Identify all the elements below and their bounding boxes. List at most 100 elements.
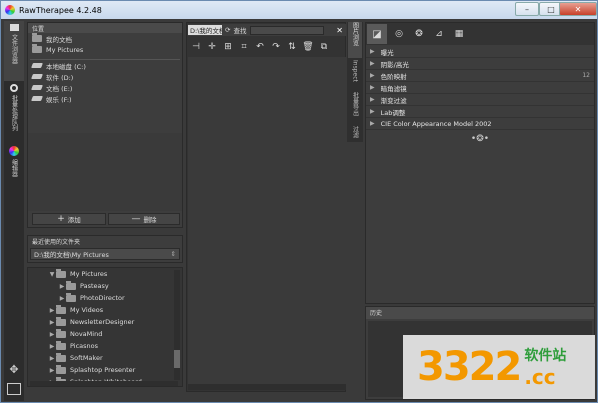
folder-icon [9,24,19,31]
tree-item[interactable]: ▼ My Pictures [28,268,182,280]
flip-icon[interactable]: ⇅ [284,39,300,55]
tool-label: 渐变过滤 [380,96,407,105]
place-item[interactable]: 软件 (D:) [28,71,182,82]
place-item[interactable]: 娱乐 (F:) [28,93,182,104]
copy-icon[interactable]: ⧉ [316,39,332,55]
place-item[interactable]: 我的文档 [28,33,182,44]
folder-icon [56,340,66,350]
rotate-left-icon[interactable]: ↶ [252,39,268,55]
tree-item-label: NovaMind [70,330,103,338]
tab-inspect[interactable]: Inspect [348,60,362,90]
exposure-tab-icon[interactable]: ◪ [367,24,387,44]
tree-hscrollbar[interactable] [30,381,178,386]
tree-item[interactable]: ▶ NewsletterDesigner [28,316,182,328]
tool-label: 色阶映射 [380,72,407,81]
minimize-button[interactable]: – [515,2,539,16]
tab-batch-queue-label: 批量处理队列 [10,95,18,131]
tree-item[interactable]: ▶ Splashtop Presenter [28,364,182,376]
layout-icon[interactable] [7,383,21,395]
transform-icon[interactable]: ⌗ [236,39,252,55]
tab-filter[interactable]: 过滤 [348,126,362,142]
tab-editor[interactable]: 编辑器 [4,143,24,199]
recent-header: 最近使用的文件夹 [32,239,81,246]
folder-icon [32,44,42,53]
place-label: 文档 (E:) [46,84,73,93]
tool-exposure[interactable]: ▶ 曝光 [366,46,594,58]
expand-arrow-icon: ▶ [370,96,375,103]
tab-editor-label: 编辑器 [10,159,18,177]
dropdown-icon: ⇕ [170,250,176,258]
clear-find-icon[interactable]: ✕ [336,26,343,35]
place-label: 本地磁盘 (C:) [46,62,86,71]
tool-panel: ◪ ◎ ❂ ⊿ ▦ ▶ 曝光 ▶ 阴影/高光 ▶ 色阶映射 12 ▶ 暗角滤镜 ▶ 渐变过滤… [365,22,595,304]
close-window-button[interactable]: ✕ [559,2,597,16]
folder-icon [56,364,66,374]
tree-item-label: PhotoDirector [80,294,125,302]
tab-file-browser[interactable]: 文件浏览器 [4,21,24,81]
collapsed-arrow-icon: ▶ [59,294,65,302]
add-place-button[interactable]: + 添加 [32,213,106,225]
place-item[interactable]: My Pictures [28,44,182,55]
collapsed-arrow-icon: ▶ [49,342,55,350]
tool-graduated-filter[interactable]: ▶ 渐变过滤 [366,94,594,106]
tab-batch-queue[interactable]: 批量处理队列 [4,81,24,143]
tab-batch-export-label: 批量导出 [351,92,359,116]
folder-icon [32,33,42,42]
tree-item[interactable]: ▶ PhotoDirector [28,292,182,304]
left-tab-strip: 文件浏览器 批量处理队列 编辑器 ✥ [4,21,24,401]
tree-item-label: SoftMaker [70,354,103,362]
path-input[interactable]: D:\我的文档 [188,25,222,35]
crop-icon[interactable]: ⊞ [220,39,236,55]
tree-item[interactable]: ▶ My Videos [28,304,182,316]
tab-image-browser-label: 图片浏览 [351,22,359,46]
zoom-out-icon[interactable]: ⊣ [188,39,204,55]
tree-scrollbar-thumb[interactable] [174,350,180,368]
thumbnail-area[interactable] [188,57,346,385]
browser-hscrollbar[interactable] [188,384,346,390]
tool-vignetting[interactable]: ▶ 暗角滤镜 [366,82,594,94]
folder-icon [56,268,66,278]
place-item[interactable]: 文档 (E:) [28,82,182,93]
history-header: 历史 [366,307,594,319]
place-label: 娱乐 (F:) [46,95,72,104]
expand-arrow-icon: ▶ [370,60,375,67]
tool-shadows-highlights[interactable]: ▶ 阴影/高光 [366,58,594,70]
find-input[interactable] [250,25,325,35]
place-item[interactable]: 本地磁盘 (C:) [28,60,182,71]
tab-batch-export[interactable]: 批量导出 [348,92,362,126]
watermark-suffix: .cc [524,365,556,389]
tab-image-browser[interactable]: 图片浏览 [348,22,362,58]
place-label: My Pictures [46,45,84,54]
tool-tone-mapping[interactable]: ▶ 色阶映射 12 [366,70,594,82]
tool-ciecam02[interactable]: ▶ CIE Color Appearance Model 2002 [366,118,594,130]
rotate-right-icon[interactable]: ↷ [268,39,284,55]
tool-label: CIE Color Appearance Model 2002 [380,119,492,128]
tree-item-label: Picasnos [70,342,99,350]
tree-item[interactable]: ▶ SoftMaker [28,352,182,364]
transform-tab-icon[interactable]: ⊿ [431,26,447,42]
main-window: RawTherapee 4.2.48 – □ ✕ 文件浏览器 批量处理队列 编辑… [0,0,598,403]
app-logo-icon [5,5,15,15]
places-empty-area [28,133,182,211]
trash-icon[interactable]: 🗑 [300,39,316,55]
tree-item[interactable]: ▶ Picasnos [28,340,182,352]
add-place-label: 添加 [67,216,81,224]
color-tab-icon[interactable]: ❂ [411,26,427,42]
plus-icon: + [57,214,65,224]
recent-folder-select[interactable]: D:\我的文档\My Pictures ⇕ [30,248,180,260]
zoom-fit-icon[interactable]: ✛ [204,39,220,55]
expanded-arrow-icon: ▼ [49,270,55,278]
remove-place-button[interactable]: — 删除 [108,213,180,225]
tree-scrollbar[interactable] [174,270,180,380]
raw-tab-icon[interactable]: ▦ [451,26,467,42]
tab-inspect-label: Inspect [351,60,359,82]
tool-lab-adjustments[interactable]: ▶ Lab调整 [366,106,594,118]
move-icon[interactable]: ✥ [7,363,21,377]
places-header: 位置 [28,23,182,33]
tree-item[interactable]: ▶ NovaMind [28,328,182,340]
detail-tab-icon[interactable]: ◎ [391,26,407,42]
tree-item[interactable]: ▶ Pasteasy [28,280,182,292]
folder-tree-panel: ▼ My Pictures ▶ Pasteasy ▶ PhotoDirector ▶ M… [27,267,183,387]
refresh-icon[interactable]: ⟳ [225,26,230,34]
recent-folders-panel: 最近使用的文件夹 D:\我的文档\My Pictures ⇕ [27,235,183,263]
